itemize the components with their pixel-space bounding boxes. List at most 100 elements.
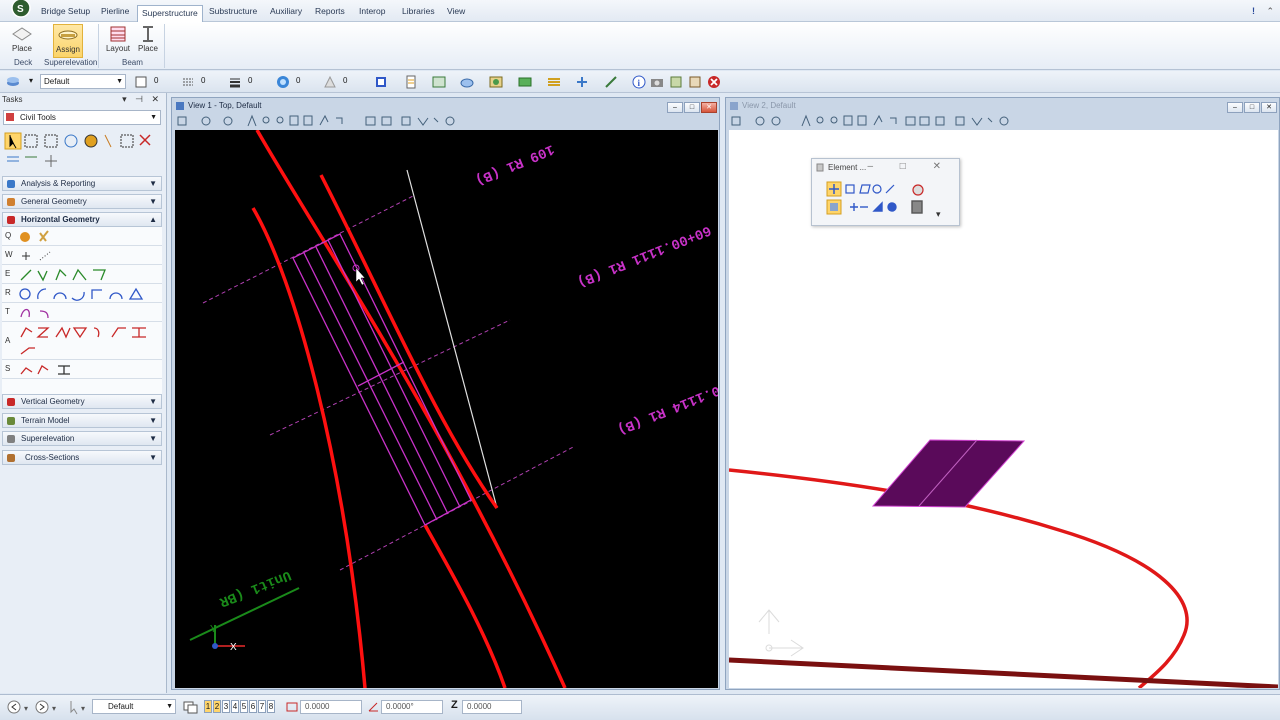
palette-window-controls-icon[interactable]: – □ ✕ [867,161,953,172]
file-icon[interactable] [404,75,418,89]
analyze-icon[interactable] [575,75,589,89]
task-combo-value: Civil Tools [20,113,56,122]
chevron-down-icon: ▼ [149,434,157,443]
line-weight-icon[interactable] [228,75,242,89]
palette-grip-icon[interactable] [816,163,824,172]
raster-icon[interactable] [489,75,503,89]
cancel-icon[interactable] [707,75,721,89]
element-palette[interactable]: Element ... – □ ✕ ▾ [811,158,960,226]
view-1-canvas[interactable]: 109 R1 (B) 60+00.1111 R1 (B) 0.1114 R1 (… [175,130,718,688]
dropdown-arrow-icon[interactable]: ▾ [29,76,33,85]
close-icon[interactable]: ✕ [1261,102,1277,113]
ribbon-tab-bar: S Bridge Setup Pierline Superstructure S… [0,0,1280,22]
section-label: Analysis & Reporting [21,179,96,188]
station-label-top: 109 R1 (B) [473,140,557,188]
view-toggle-6[interactable]: 6 [249,700,257,713]
superelevation-icon [7,435,15,443]
hg-tool-icons[interactable] [18,229,58,244]
view-toggle-3[interactable]: 3 [222,700,230,713]
cross-sections-icon [7,454,15,462]
nav-back-forward-icon[interactable]: ▾ ▾ [6,699,66,715]
hg-tool-icons[interactable] [18,267,113,282]
distance-field[interactable]: 0.0000 [300,700,362,714]
angle-field[interactable]: 0.0000° [381,700,443,714]
section-general-geometry[interactable]: General Geometry ▼ [2,194,162,209]
reference-icon[interactable] [518,75,532,89]
section-label: General Geometry [21,197,87,206]
view-toggle-1[interactable]: 1 [204,700,212,713]
minimize-icon[interactable]: – [667,102,683,113]
view-toggle-8[interactable]: 8 [267,700,275,713]
measure-icon[interactable] [604,75,618,89]
section-cross-sections[interactable]: Cross-Sections ▼ [2,450,162,465]
transparency-icon[interactable] [276,75,290,89]
tab-auxiliary[interactable]: Auxiliary [266,4,306,21]
camera-icon[interactable] [650,75,664,89]
info-icon[interactable]: i [632,75,646,89]
app-logo-icon[interactable]: S [4,0,32,20]
z-field[interactable]: 0.0000 [462,700,522,714]
level-manager-icon[interactable] [6,75,20,89]
minimize-icon[interactable]: – [1227,102,1243,113]
tools-icon[interactable] [688,75,702,89]
hg-tool-icons[interactable] [18,362,78,377]
layout-button[interactable]: Layout [103,24,133,58]
section-superelevation[interactable]: Superelevation ▼ [2,431,162,446]
palette-tool-icons[interactable]: ▾ [826,181,956,221]
deck-group-label: Deck [14,58,33,67]
view-1-window[interactable]: View 1 - Top, Default – □ ✕ 109 R1 (B) 6… [171,97,720,690]
section-terrain-model[interactable]: Terrain Model ▼ [2,413,162,428]
axis-y-label: Y [210,624,217,635]
view-2-toolbar[interactable] [730,114,1020,128]
place-beam-button[interactable]: Place [133,24,163,58]
tab-superstructure[interactable]: Superstructure [137,5,203,22]
hg-tool-icons[interactable] [18,324,158,358]
tab-pierline[interactable]: Pierline [97,4,133,21]
tab-view[interactable]: View [443,4,469,21]
tab-interop[interactable]: Interop [355,4,389,21]
assign-button[interactable]: Assign [53,24,83,58]
hg-tool-icons[interactable] [18,286,148,301]
pointer-icon[interactable]: ▾ [67,699,91,715]
color-icon[interactable] [134,75,148,89]
view-toggle-5[interactable]: 5 [240,700,248,713]
maximize-icon[interactable]: □ [1244,102,1260,113]
level-combo[interactable]: Default ▼ [40,74,126,89]
ribbon-collapse-icon[interactable]: ⌃ [1266,6,1274,17]
cloud-icon[interactable] [460,75,474,89]
tab-substructure[interactable]: Substructure [205,4,261,21]
section-analysis-reporting[interactable]: Analysis & Reporting ▼ [2,176,162,191]
maximize-icon[interactable]: □ [684,102,700,113]
hg-tool-icons[interactable] [18,248,58,263]
assign-superelevation-icon [58,30,78,40]
help-icon[interactable]: ! [1252,6,1258,16]
levels-icon[interactable] [547,75,561,89]
tasks-panel-controls-icon[interactable]: ▾ ⊣ ✕ [122,94,162,105]
view-icon [730,102,738,110]
chevron-down-icon: ▼ [166,703,173,710]
section-horizontal-geometry[interactable]: Horizontal Geometry ▲ [2,212,162,227]
tab-bridge-setup[interactable]: Bridge Setup [37,4,94,21]
status-level-combo[interactable]: Default ▼ [92,699,176,714]
tab-libraries[interactable]: Libraries [398,4,439,21]
window-icon[interactable] [432,75,446,89]
tab-reports[interactable]: Reports [311,4,349,21]
view-1-toolbar[interactable] [176,114,466,128]
place-deck-button[interactable]: Place [7,24,37,58]
view-toggle-4[interactable]: 4 [231,700,239,713]
assign-label: Assign [55,45,80,54]
view-toggle-2[interactable]: 2 [213,700,221,713]
print-icon[interactable] [669,75,683,89]
close-icon[interactable]: ✕ [701,102,717,113]
hg-tool-icons[interactable] [18,305,58,320]
section-vertical-geometry[interactable]: Vertical Geometry ▼ [2,394,162,409]
line-style-icon[interactable] [181,75,195,89]
task-combo[interactable]: Civil Tools ▼ [3,110,161,125]
horizontal-geometry-tools: Q W E R T A S [2,227,162,397]
element-selection-icon[interactable] [374,75,388,89]
view-toggle-7[interactable]: 7 [258,700,266,713]
priority-icon[interactable] [323,75,337,89]
view-2-window[interactable]: View 2, Default – □ ✕ [725,97,1280,690]
view-group-icon[interactable] [183,700,199,714]
civil-tool-icons[interactable] [3,131,161,175]
